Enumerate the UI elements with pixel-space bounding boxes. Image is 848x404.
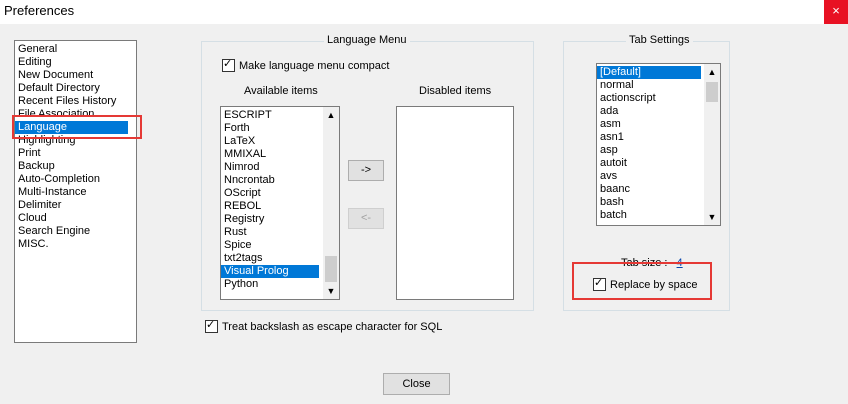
tab-language-item[interactable]: normal — [597, 79, 701, 92]
scroll-down-icon[interactable]: ▼ — [704, 209, 720, 225]
available-item[interactable]: ESCRIPT — [221, 109, 319, 122]
tab-language-item[interactable]: asn1 — [597, 131, 701, 144]
language-menu-label: Language Menu — [324, 34, 410, 46]
category-item[interactable]: Default Directory — [15, 82, 128, 95]
compact-menu-checkbox[interactable]: Make language menu compact — [222, 57, 390, 72]
available-item[interactable]: LaTeX — [221, 135, 319, 148]
scroll-up-icon[interactable]: ▲ — [704, 64, 720, 80]
scroll-down-icon[interactable]: ▼ — [323, 283, 339, 299]
available-item[interactable]: Visual Prolog — [221, 265, 319, 278]
available-item[interactable]: Registry — [221, 213, 319, 226]
scroll-thumb[interactable] — [325, 256, 337, 282]
language-highlight-box — [12, 115, 142, 139]
available-item[interactable]: Spice — [221, 239, 319, 252]
category-item[interactable]: Cloud — [15, 212, 128, 225]
category-item[interactable]: Backup — [15, 160, 128, 173]
move-right-button[interactable]: -> — [348, 160, 384, 181]
category-item[interactable]: New Document — [15, 69, 128, 82]
category-item[interactable]: Delimiter — [15, 199, 128, 212]
compact-check-icon[interactable] — [222, 57, 235, 72]
category-item[interactable]: General — [15, 43, 128, 56]
tab-language-list[interactable]: [Default] normal actionscript ada asm asn1 asp… — [596, 63, 721, 226]
replace-highlight-box — [572, 262, 712, 300]
tab-language-item[interactable]: bash — [597, 196, 701, 209]
available-scrollbar[interactable]: ▲ ▼ — [323, 107, 339, 299]
tab-language-item[interactable]: asp — [597, 144, 701, 157]
tab-language-item[interactable]: autoit — [597, 157, 701, 170]
category-list[interactable]: General Editing New Document Default Direct… — [14, 40, 137, 343]
available-items-list[interactable]: ESCRIPT Forth LaTeX MMIXAL Nimrod Nncrontab OS… — [220, 106, 340, 300]
category-item[interactable]: Auto-Completion — [15, 173, 128, 186]
window-title: Preferences — [4, 3, 75, 18]
category-item[interactable]: Editing — [15, 56, 128, 69]
preferences-dialog: Preferences × General Editing New Document… — [0, 0, 848, 404]
available-item[interactable]: REBOL — [221, 200, 319, 213]
tab-scrollbar[interactable]: ▲ ▼ — [704, 64, 720, 225]
available-item[interactable]: txt2tags — [221, 252, 319, 265]
available-item[interactable]: Python — [221, 278, 319, 291]
backslash-escape-checkbox[interactable]: Treat backslash as escape character for … — [205, 318, 443, 333]
title-bar: Preferences × — [0, 0, 848, 24]
move-left-button[interactable]: <- — [348, 208, 384, 229]
available-item[interactable]: Nimrod — [221, 161, 319, 174]
category-item[interactable]: Multi-Instance — [15, 186, 128, 199]
category-item[interactable]: Search Engine — [15, 225, 128, 238]
category-item[interactable]: Recent Files History — [15, 95, 128, 108]
tab-language-item[interactable]: asm — [597, 118, 701, 131]
available-item[interactable]: MMIXAL — [221, 148, 319, 161]
available-item[interactable]: Forth — [221, 122, 319, 135]
disabled-items-list[interactable] — [396, 106, 514, 300]
available-items-label: Available items — [244, 85, 318, 97]
close-button[interactable]: Close — [383, 373, 450, 395]
tab-language-item[interactable]: ada — [597, 105, 701, 118]
available-item[interactable]: Rust — [221, 226, 319, 239]
close-icon[interactable]: × — [824, 0, 848, 24]
category-item[interactable]: MISC. — [15, 238, 128, 251]
disabled-items-label: Disabled items — [419, 85, 492, 97]
tab-language-item[interactable]: baanc — [597, 183, 701, 196]
tab-language-item[interactable]: [Default] — [597, 66, 701, 79]
tab-settings-label: Tab Settings — [626, 34, 693, 46]
tab-language-item[interactable]: avs — [597, 170, 701, 183]
category-item[interactable]: Print — [15, 147, 128, 160]
compact-label: Make language menu compact — [239, 59, 390, 72]
backslash-label: Treat backslash as escape character for … — [222, 320, 443, 333]
available-item[interactable]: OScript — [221, 187, 319, 200]
tab-language-item[interactable]: actionscript — [597, 92, 701, 105]
available-item[interactable]: Nncrontab — [221, 174, 319, 187]
backslash-check-icon[interactable] — [205, 318, 218, 333]
scroll-up-icon[interactable]: ▲ — [323, 107, 339, 123]
scroll-thumb[interactable] — [706, 82, 718, 102]
tab-language-item[interactable]: batch — [597, 209, 701, 222]
